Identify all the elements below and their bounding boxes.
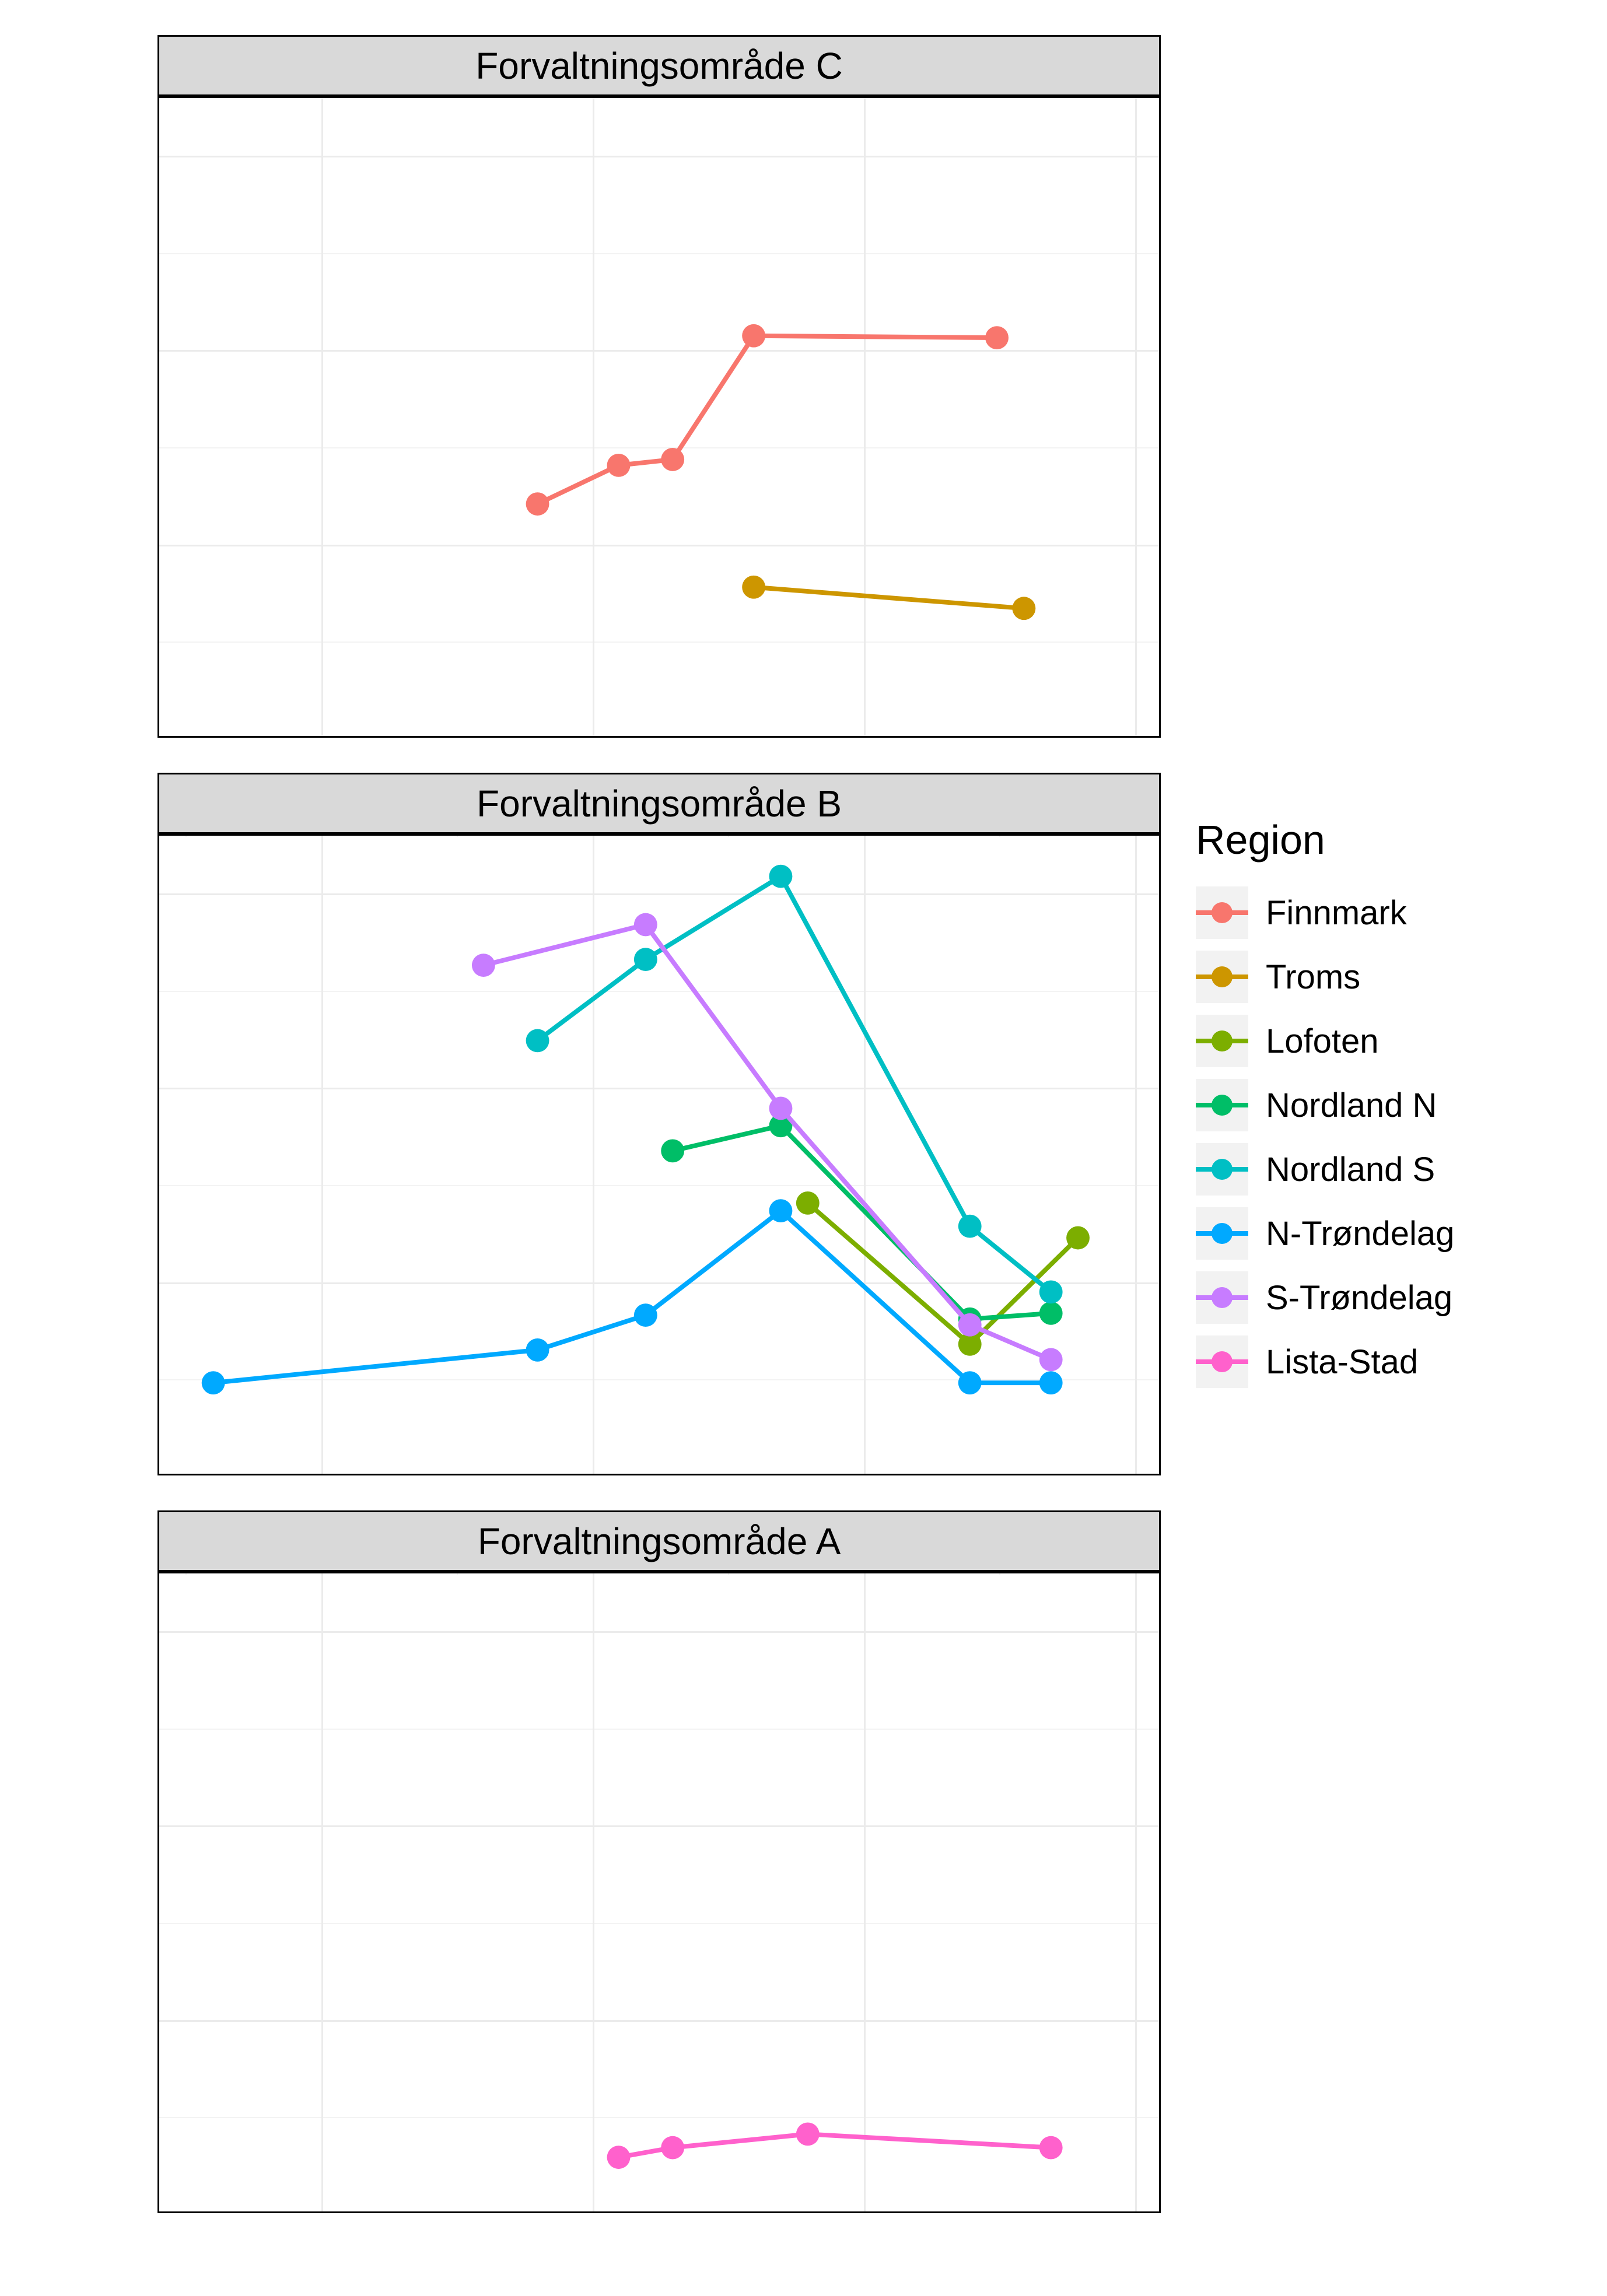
- legend-key: [1196, 1335, 1248, 1388]
- legend-label: Lofoten: [1266, 1022, 1379, 1061]
- legend-item: Troms: [1196, 945, 1454, 1009]
- series-point: [796, 1191, 820, 1215]
- facet: Forvaltningsområde C100200300: [157, 35, 1161, 738]
- facet-panel: 1002003001990200020102020: [157, 1572, 1161, 2213]
- legend-label: Nordland N: [1266, 1086, 1437, 1125]
- legend-key: [1196, 1271, 1248, 1324]
- legend-key: [1196, 886, 1248, 939]
- page: Estimert ungeproduksjon Forvaltningsområ…: [0, 0, 1607, 2296]
- series-point: [661, 1139, 684, 1162]
- legend-label: Finnmark: [1266, 893, 1407, 933]
- facet-strip: Forvaltningsområde C: [157, 35, 1161, 96]
- legend-item: Nordland N: [1196, 1073, 1454, 1137]
- legend-item: S-Trøndelag: [1196, 1266, 1454, 1330]
- series-point: [526, 492, 549, 516]
- legend-dot-icon: [1212, 966, 1233, 987]
- series-point: [607, 454, 631, 477]
- series-point: [958, 1313, 982, 1337]
- series-point: [634, 948, 657, 971]
- legend-dot-icon: [1212, 1095, 1233, 1116]
- legend-title: Region: [1196, 816, 1454, 863]
- facet: Forvaltningsområde B100200300: [157, 773, 1161, 1475]
- series-point: [607, 2146, 631, 2169]
- legend-item: Lofoten: [1196, 1009, 1454, 1073]
- series-line: [538, 336, 997, 504]
- series-point: [526, 1029, 549, 1053]
- facet: Forvaltningsområde A10020030019902000201…: [157, 1510, 1161, 2213]
- series-point: [202, 1371, 225, 1394]
- series-point: [742, 576, 765, 599]
- series-point: [472, 954, 495, 977]
- legend-key: [1196, 1207, 1248, 1260]
- legend: Region Finnmark Troms Lofoten Nordland N Nor…: [1196, 816, 1454, 1394]
- legend-key: [1196, 1079, 1248, 1131]
- legend-dot-icon: [1212, 1223, 1233, 1244]
- series-point: [985, 326, 1009, 349]
- series-point: [1039, 1280, 1063, 1303]
- series-line: [484, 924, 1051, 1359]
- legend-label: N-Trøndelag: [1266, 1214, 1454, 1253]
- plot-column: Forvaltningsområde C100200300Forvaltning…: [157, 35, 1161, 2251]
- legend-dot-icon: [1212, 1030, 1233, 1051]
- legend-label: Nordland S: [1266, 1150, 1435, 1189]
- series-point: [1066, 1226, 1090, 1250]
- legend-key: [1196, 1143, 1248, 1196]
- series-point: [769, 865, 793, 888]
- series-point: [1012, 597, 1035, 620]
- series-line: [213, 1211, 1051, 1383]
- series-point: [958, 1215, 982, 1238]
- series-point: [796, 2123, 820, 2146]
- legend-items: Finnmark Troms Lofoten Nordland N Nordland S…: [1196, 881, 1454, 1394]
- series-point: [526, 1338, 549, 1362]
- legend-item: Nordland S: [1196, 1137, 1454, 1201]
- series-line: [673, 1126, 1051, 1319]
- series-point: [634, 1303, 657, 1327]
- legend-dot-icon: [1212, 1287, 1233, 1308]
- series-point: [742, 324, 765, 348]
- series-point: [634, 913, 657, 937]
- series-point: [1039, 2136, 1063, 2160]
- legend-label: S-Trøndelag: [1266, 1278, 1452, 1317]
- series-point: [769, 1097, 793, 1120]
- legend-dot-icon: [1212, 1159, 1233, 1180]
- facet-panel: 100200300: [157, 96, 1161, 738]
- series-point: [1039, 1302, 1063, 1325]
- legend-item: Lista-Stad: [1196, 1330, 1454, 1394]
- series-line: [754, 587, 1024, 608]
- series-point: [769, 1199, 793, 1222]
- legend-item: N-Trøndelag: [1196, 1201, 1454, 1266]
- series-point: [661, 448, 684, 471]
- series-svg: [159, 1573, 1159, 2211]
- facet-strip: Forvaltningsområde B: [157, 773, 1161, 834]
- legend-dot-icon: [1212, 1351, 1233, 1372]
- series-svg: [159, 836, 1159, 1474]
- facet-panel: 100200300: [157, 834, 1161, 1475]
- series-point: [1039, 1348, 1063, 1372]
- legend-dot-icon: [1212, 902, 1233, 923]
- series-point: [661, 2136, 684, 2160]
- facet-strip: Forvaltningsområde A: [157, 1510, 1161, 1572]
- legend-label: Troms: [1266, 958, 1360, 997]
- legend-key: [1196, 951, 1248, 1003]
- series-point: [1039, 1371, 1063, 1394]
- series-svg: [159, 98, 1159, 736]
- legend-key: [1196, 1015, 1248, 1067]
- series-point: [958, 1371, 982, 1394]
- legend-item: Finnmark: [1196, 881, 1454, 945]
- legend-label: Lista-Stad: [1266, 1342, 1418, 1382]
